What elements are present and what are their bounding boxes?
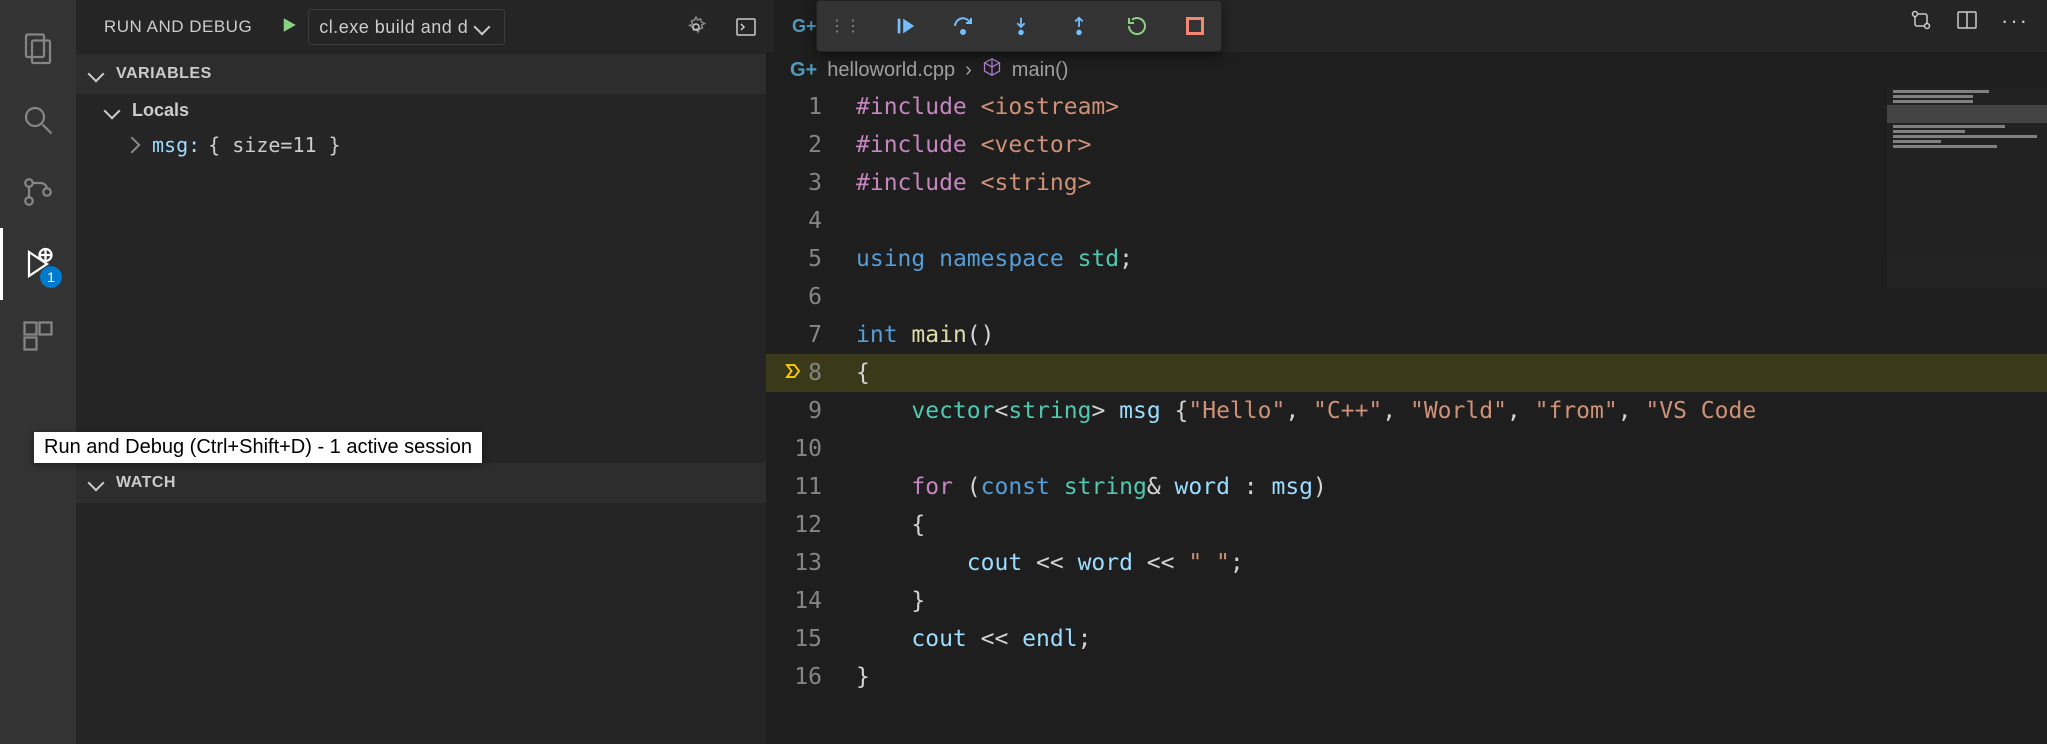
code-text: #include <vector> xyxy=(856,126,2047,164)
line-number: 3 xyxy=(766,164,856,202)
cpp-file-icon: G+ xyxy=(792,16,817,37)
debug-config-select[interactable]: cl.exe build and d xyxy=(308,9,505,45)
code-line[interactable]: 7int main() xyxy=(766,316,2047,354)
line-number: 8 xyxy=(766,354,856,392)
code-text: using namespace std; xyxy=(856,240,2047,278)
debug-console-icon[interactable] xyxy=(726,7,766,47)
breadcrumb-sep: › xyxy=(965,59,972,82)
breadcrumb[interactable]: G+ helloworld.cpp › main() xyxy=(766,52,2047,88)
split-editor-icon[interactable] xyxy=(1955,8,1979,37)
locals-scope[interactable]: Locals xyxy=(76,94,766,127)
watch-label: WATCH xyxy=(116,474,176,492)
code-line[interactable]: 16} xyxy=(766,658,2047,696)
drag-handle-icon[interactable]: ⋮⋮ xyxy=(829,16,861,36)
code-line[interactable]: 15 cout << endl; xyxy=(766,620,2047,658)
line-number: 14 xyxy=(766,582,856,620)
line-number: 9 xyxy=(766,392,856,430)
activity-extensions[interactable] xyxy=(0,300,76,372)
editor-area: G+ helloworld.cpp ⋮⋮ ··· xyxy=(766,0,2047,744)
line-number: 2 xyxy=(766,126,856,164)
line-number: 10 xyxy=(766,430,856,468)
debug-step-into-button[interactable] xyxy=(1007,12,1035,40)
debug-side-panel: RUN AND DEBUG cl.exe build and d VARIABL… xyxy=(76,0,766,744)
code-line[interactable]: 4 xyxy=(766,202,2047,240)
chevron-down-icon xyxy=(104,102,121,119)
code-line[interactable]: 2#include <vector> xyxy=(766,126,2047,164)
activity-tooltip: Run and Debug (Ctrl+Shift+D) - 1 active … xyxy=(34,432,482,463)
code-text: #include <iostream> xyxy=(856,88,2047,126)
debug-badge: 1 xyxy=(40,266,62,288)
chevron-down-icon xyxy=(88,475,105,492)
activity-scm[interactable] xyxy=(0,156,76,228)
variable-value: { size=11 } xyxy=(208,133,340,157)
debug-stop-button[interactable] xyxy=(1181,12,1209,40)
code-text: #include <string> xyxy=(856,164,2047,202)
code-line[interactable]: 1#include <iostream> xyxy=(766,88,2047,126)
cube-icon xyxy=(982,57,1002,83)
line-number: 5 xyxy=(766,240,856,278)
code-line[interactable]: 14 } xyxy=(766,582,2047,620)
debug-restart-button[interactable] xyxy=(1123,12,1151,40)
panel-title: RUN AND DEBUG xyxy=(104,17,252,37)
code-text: cout << word << " "; xyxy=(856,544,2047,582)
code-line[interactable]: 12 { xyxy=(766,506,2047,544)
line-number: 6 xyxy=(766,278,856,316)
settings-icon[interactable] xyxy=(676,7,716,47)
line-number: 15 xyxy=(766,620,856,658)
variables-section-header[interactable]: VARIABLES xyxy=(76,54,766,94)
watch-section-header[interactable]: WATCH xyxy=(76,463,766,503)
chevron-down-icon xyxy=(88,66,105,83)
code-text: for (const string& word : msg) xyxy=(856,468,2047,506)
line-number: 4 xyxy=(766,202,856,240)
breadcrumb-symbol: main() xyxy=(1012,59,1069,82)
locals-label: Locals xyxy=(132,100,189,121)
activity-debug[interactable]: 1 xyxy=(0,228,76,300)
activity-bar: 1 xyxy=(0,0,76,744)
activity-search[interactable] xyxy=(0,84,76,156)
chevron-right-icon xyxy=(124,137,141,154)
more-icon[interactable]: ··· xyxy=(2001,8,2029,37)
code-text: vector<string> msg {"Hello", "C++", "Wor… xyxy=(856,392,2047,430)
code-line[interactable]: 11 for (const string& word : msg) xyxy=(766,468,2047,506)
minimap[interactable] xyxy=(1887,88,2047,288)
breadcrumb-file: helloworld.cpp xyxy=(827,59,955,82)
code-line[interactable]: 8{ xyxy=(766,354,2047,392)
code-text: int main() xyxy=(856,316,2047,354)
code-text: { xyxy=(856,506,2047,544)
activity-explorer[interactable] xyxy=(0,12,76,84)
current-line-arrow-icon xyxy=(784,354,802,392)
line-number: 16 xyxy=(766,658,856,696)
code-text: cout << endl; xyxy=(856,620,2047,658)
line-number: 12 xyxy=(766,506,856,544)
code-line[interactable]: 9 vector<string> msg {"Hello", "C++", "W… xyxy=(766,392,2047,430)
compare-icon[interactable] xyxy=(1909,8,1933,37)
code-line[interactable]: 5using namespace std; xyxy=(766,240,2047,278)
code-line[interactable]: 13 cout << word << " "; xyxy=(766,544,2047,582)
editor-actions: ··· xyxy=(1909,8,2029,37)
variables-label: VARIABLES xyxy=(116,65,212,83)
code-line[interactable]: 10 xyxy=(766,430,2047,468)
debug-config-name: cl.exe build and d xyxy=(319,17,468,38)
stop-icon xyxy=(1186,17,1204,35)
line-number: 7 xyxy=(766,316,856,354)
variable-name: msg: xyxy=(152,133,200,157)
variable-row[interactable]: msg: { size=11 } xyxy=(76,127,766,163)
code-text: { xyxy=(856,354,2047,392)
chevron-down-icon xyxy=(474,19,491,36)
code-line[interactable]: 3#include <string> xyxy=(766,164,2047,202)
code-text: } xyxy=(856,582,2047,620)
debug-step-out-button[interactable] xyxy=(1065,12,1093,40)
code-text: } xyxy=(856,658,2047,696)
debug-toolbar: ⋮⋮ xyxy=(816,0,1222,52)
code-line[interactable]: 6 xyxy=(766,278,2047,316)
debug-step-over-button[interactable] xyxy=(949,12,977,40)
start-debug-icon[interactable] xyxy=(280,16,298,39)
cpp-file-icon: G+ xyxy=(790,59,817,82)
line-number: 11 xyxy=(766,468,856,506)
line-number: 1 xyxy=(766,88,856,126)
debug-continue-button[interactable] xyxy=(891,12,919,40)
panel-header: RUN AND DEBUG cl.exe build and d xyxy=(76,0,766,54)
code-editor[interactable]: 1#include <iostream>2#include <vector>3#… xyxy=(766,88,2047,744)
line-number: 13 xyxy=(766,544,856,582)
